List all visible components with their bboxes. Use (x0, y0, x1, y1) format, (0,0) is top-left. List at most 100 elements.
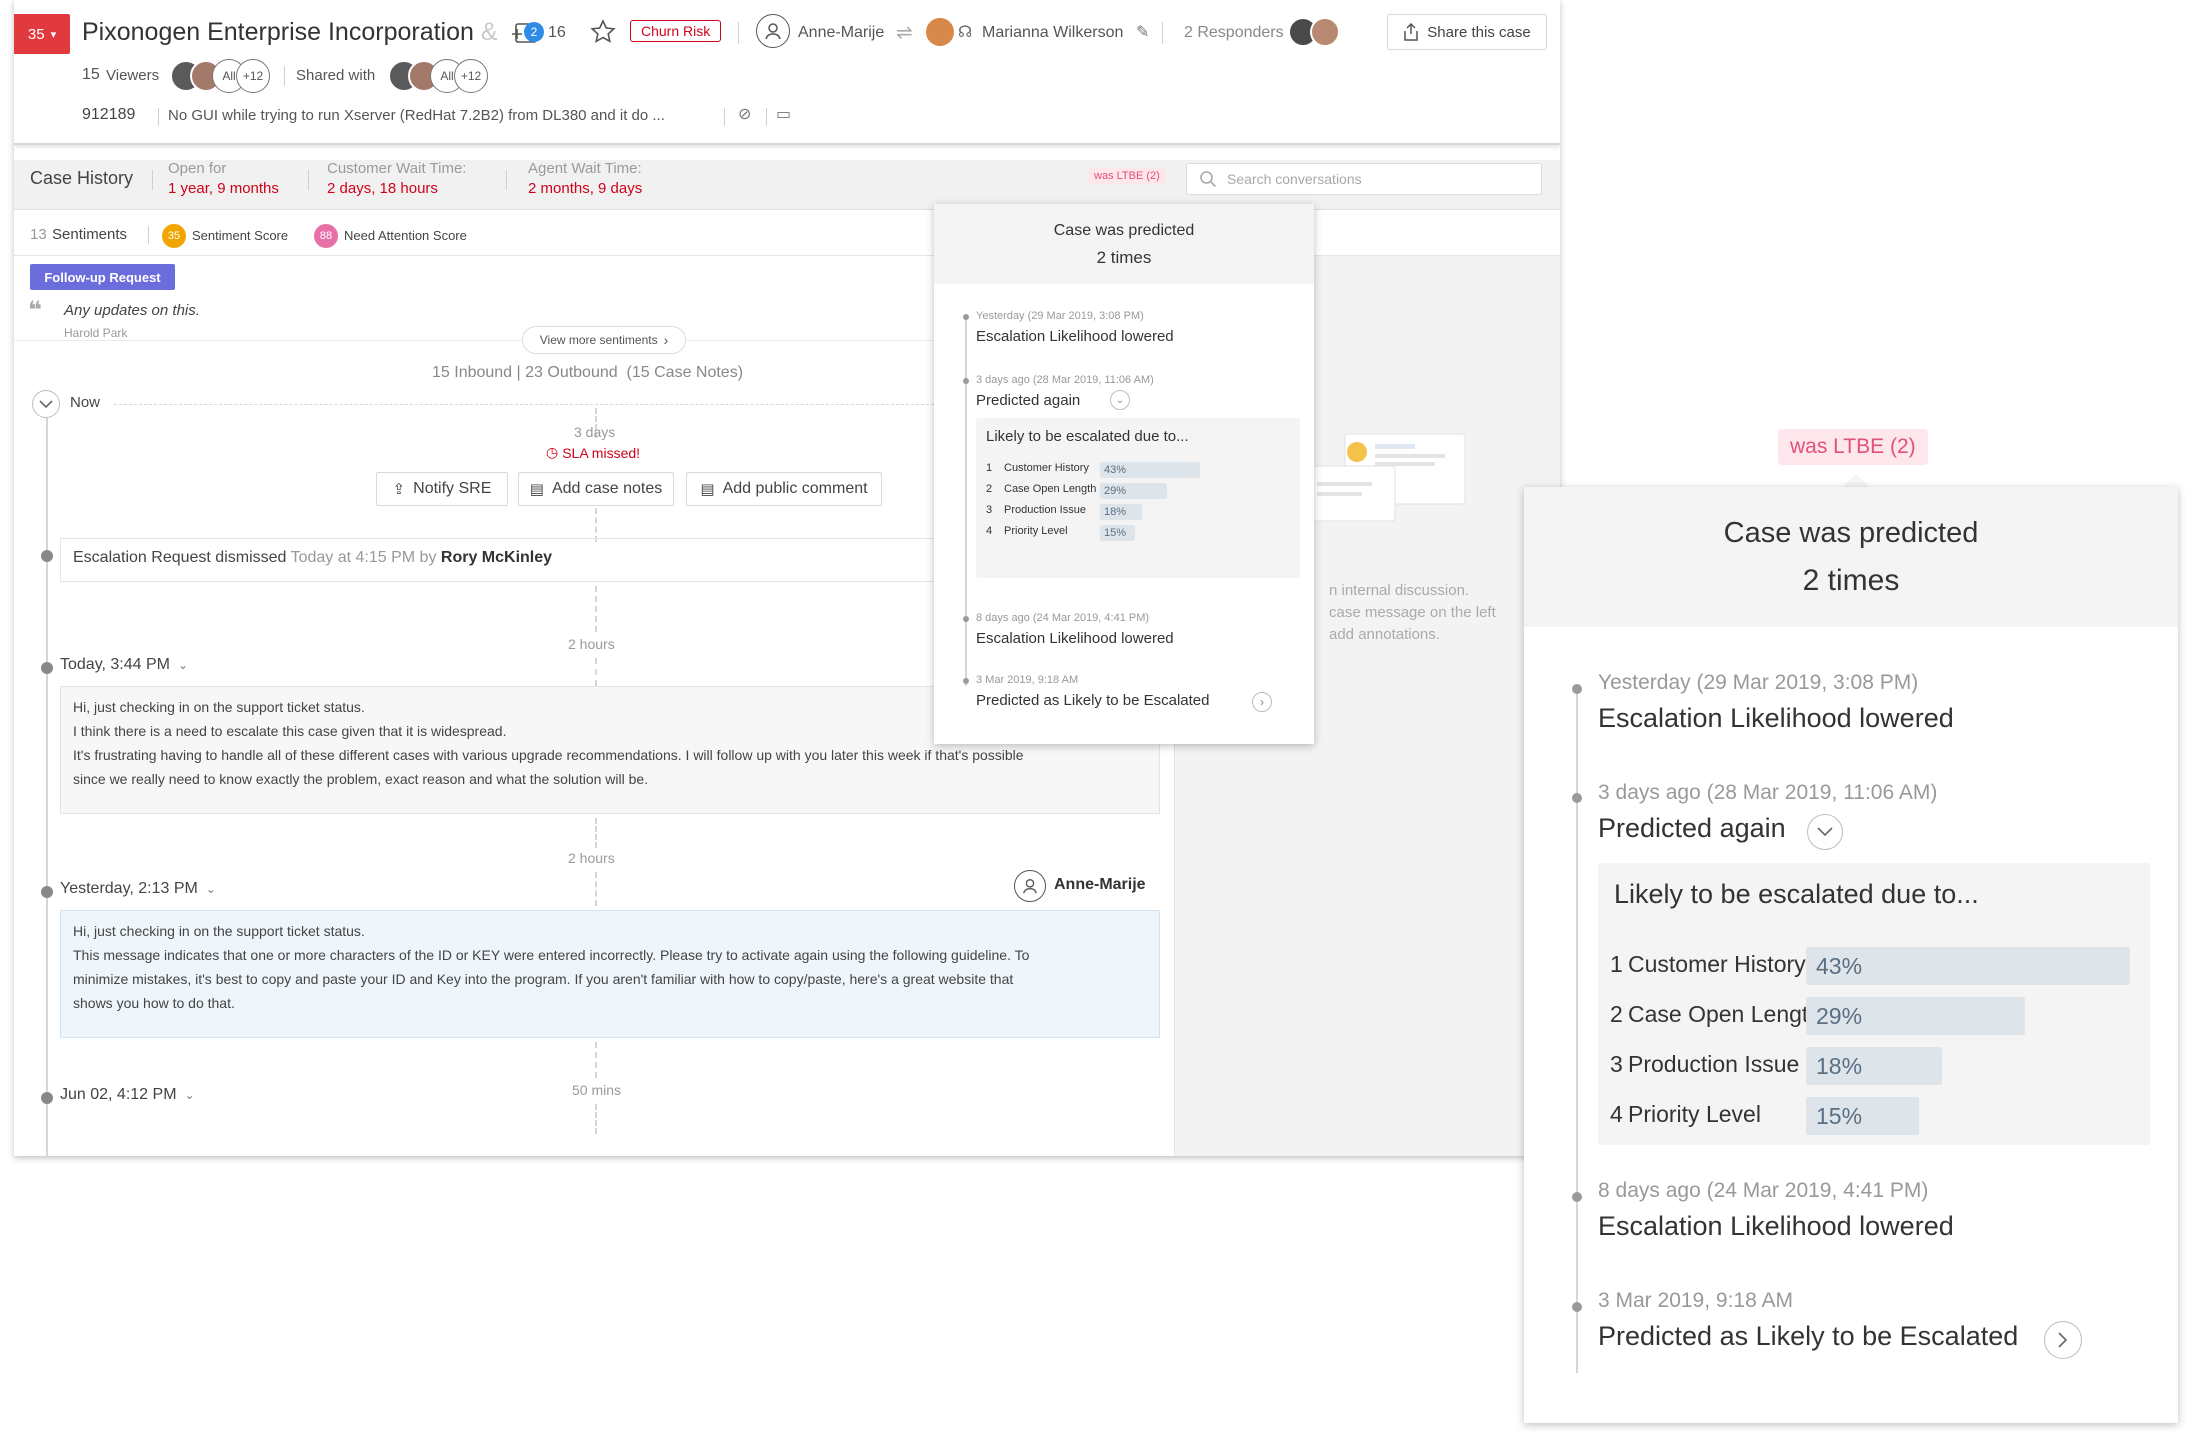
chevron-down-icon (39, 400, 53, 409)
search-placeholder: Search conversations (1227, 171, 1362, 187)
agent-wait-label: Agent Wait Time: (528, 160, 642, 177)
tag-icon[interactable]: ⊘ (738, 104, 751, 124)
share-case-button[interactable]: Share this case (1387, 14, 1547, 50)
case-history-title: Case History (30, 168, 134, 188)
divider (738, 22, 739, 44)
transfer-icon[interactable]: ⇌ (896, 20, 913, 45)
expand-button[interactable]: ⌄ (1110, 390, 1130, 410)
company-title: Pixonogen Enterprise Incorporation & (82, 18, 498, 47)
reason-name: Production Issue (1628, 1051, 1800, 1077)
star-icon (590, 19, 616, 43)
sentiment-summary: 13 Sentiments 35 Sentiment Score 88 Need… (14, 212, 1560, 256)
event-when: 8 days ago (24 Mar 2019, 4:41 PM) (1598, 1179, 1929, 1202)
chevron-right-button[interactable]: › (1252, 692, 1272, 712)
message-timestamp[interactable]: Jun 02, 4:12 PM ⌄ (60, 1086, 195, 1104)
clock-icon: ◷ (546, 444, 559, 460)
reason-name: Case Open Length (1628, 1001, 1822, 1027)
edit-icon[interactable]: ✎ (1136, 22, 1149, 42)
event-when: 3 days ago (28 Mar 2019, 11:06 AM) (976, 374, 1154, 386)
message-time: Yesterday, 2:13 PM (60, 880, 198, 897)
prediction-popover-small: Case was predicted 2 times Yesterday (29… (934, 204, 1314, 744)
dismiss-who[interactable]: Rory McKinley (441, 549, 552, 566)
responders-count[interactable]: 2 Responders (1184, 24, 1284, 42)
add-case-notes-button[interactable]: ▤ Add case notes (518, 472, 674, 506)
calendar-icon[interactable]: ▭ (776, 104, 791, 124)
event-what: Predicted again (976, 392, 1081, 409)
gap-label: 50 mins (572, 1082, 622, 1098)
ltbe-badge[interactable]: was LTBE (2) (1088, 168, 1166, 184)
add-follower-button[interactable]: 2 (510, 18, 544, 48)
now-dashline (114, 404, 934, 405)
expand-button[interactable] (1807, 814, 1843, 850)
timeline-dot (41, 1092, 53, 1104)
message-time: Today, 3:44 PM (60, 656, 170, 673)
sentiment-label: Sentiments (52, 226, 128, 243)
message-time: Jun 02, 4:12 PM (60, 1086, 177, 1103)
message-summary: 15 Inbound | 23 Outbound (15 Case Notes) (432, 364, 744, 381)
message-timestamp[interactable]: Today, 3:44 PM ⌄ (60, 656, 188, 674)
event-what: Predicted again (1598, 813, 1786, 843)
message-line: This message indicates that one or more … (73, 947, 1030, 963)
reason-name: Customer History (1628, 951, 1806, 977)
divider (766, 108, 767, 126)
priority-dropdown[interactable]: 35 ▾ (14, 14, 70, 54)
gap-connector (595, 872, 597, 906)
message-line: minimize mistakes, it's best to copy and… (73, 971, 1014, 987)
popover-heading: Case was predicted (1053, 222, 1195, 239)
event-what: Predicted as Likely to be Escalated (1598, 1321, 2019, 1351)
open-for-label: Open for (168, 160, 227, 177)
viewers-more[interactable]: +12 (236, 59, 270, 93)
event-dot (963, 678, 969, 684)
reasons-title: Likely to be escalated due to... (986, 428, 1189, 445)
churn-risk-badge[interactable]: Churn Risk (630, 20, 722, 42)
collapse-button[interactable] (32, 390, 60, 418)
sentiment-count: 13 (30, 226, 47, 243)
search-conversations-input[interactable]: Search conversations (1186, 163, 1542, 195)
popover-header: Case was predicted 2 times (1524, 487, 2178, 627)
divider (158, 108, 159, 126)
notify-sre-button[interactable]: ⇪ Notify SRE (376, 472, 508, 506)
reason-bar: 29% (1806, 997, 2025, 1035)
gap-connector (595, 586, 597, 632)
gap-connector (595, 818, 597, 848)
message-line: It's frustrating having to handle all of… (73, 747, 1024, 763)
owner-name[interactable]: Marianna Wilkerson (982, 24, 1123, 42)
hint-line: n internal discussion. (1329, 582, 1470, 599)
event-when: 3 Mar 2019, 9:18 AM (1598, 1289, 1793, 1312)
responder-avatar (1310, 17, 1340, 47)
gap-connector (595, 1104, 597, 1134)
chevron-right-button[interactable] (2044, 1321, 2082, 1359)
view-more-label: View more sentiments (539, 333, 658, 347)
divider (724, 108, 725, 126)
assignee-name[interactable]: Anne-Marije (798, 24, 884, 42)
reason-bar: 18% (1100, 504, 1142, 520)
reason-name: Production Issue (1004, 504, 1086, 516)
reason-rank: 4 (986, 525, 993, 537)
quote-icon: ❝ (28, 297, 43, 324)
message-timestamp[interactable]: Yesterday, 2:13 PM ⌄ (60, 880, 216, 898)
divider (506, 170, 507, 190)
event-when: 3 days ago (28 Mar 2019, 11:06 AM) (1598, 781, 1938, 804)
headset-icon: ☊ (958, 24, 973, 41)
hint-line: add annotations. (1329, 626, 1440, 643)
dismiss-text: Escalation Request dismissed (73, 549, 287, 566)
follow-up-request-tag[interactable]: Follow-up Request (30, 264, 175, 290)
view-more-sentiments-button[interactable]: View more sentiments › (522, 326, 686, 354)
now-label: Now (70, 394, 101, 411)
reason-rank: 1 (986, 462, 993, 474)
reasons-box: Likely to be escalated due to... 1 Custom… (1598, 863, 2150, 1145)
add-public-comment-button[interactable]: ▤ Add public comment (686, 472, 882, 506)
attention-score-badge: 88 (314, 224, 338, 248)
reason-rank: 4 (1610, 1101, 1623, 1127)
star-button[interactable] (589, 18, 617, 46)
popover-header: Case was predicted 2 times (934, 204, 1314, 284)
reason-bar: 43% (1100, 462, 1200, 478)
sentiment-quote: Any updates on this. (64, 302, 200, 319)
shared-more[interactable]: +12 (454, 59, 488, 93)
message-line: Hi, just checking in on the support tick… (73, 923, 365, 939)
ltbe-badge-large[interactable]: was LTBE (2) (1778, 429, 1928, 465)
shared-with-label: Shared with (296, 67, 376, 84)
reason-bar: 15% (1806, 1097, 1919, 1135)
notify-sre-label: Notify SRE (413, 480, 492, 497)
agent-message[interactable]: Hi, just checking in on the support tick… (60, 910, 1160, 1038)
